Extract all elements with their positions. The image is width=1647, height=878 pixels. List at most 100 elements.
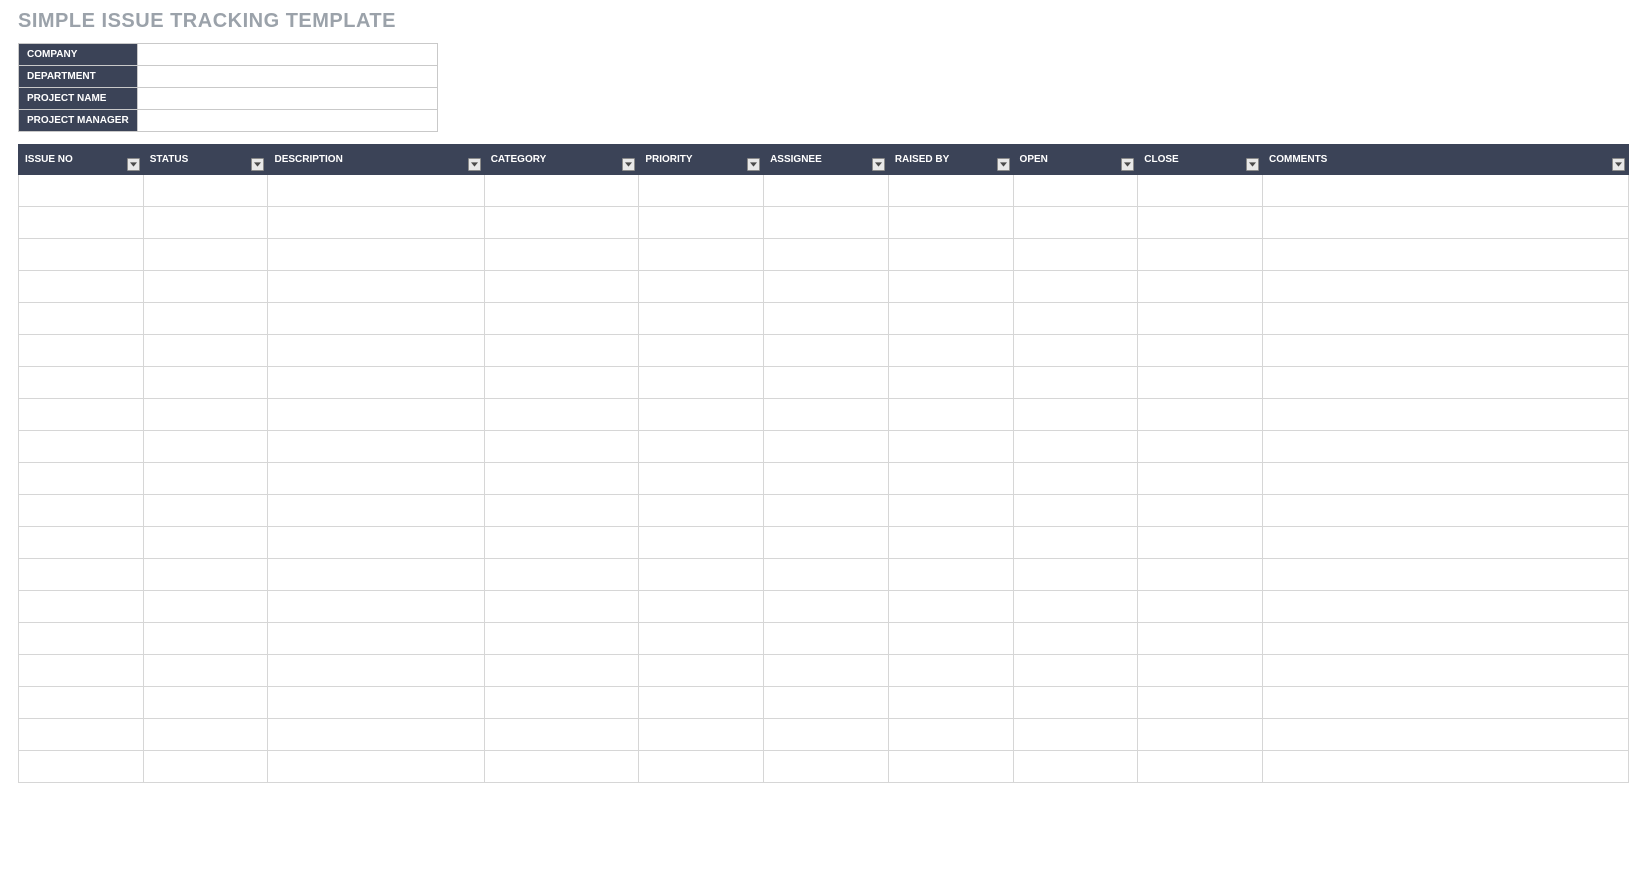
table-cell[interactable]	[484, 559, 639, 591]
table-cell[interactable]	[1138, 655, 1263, 687]
table-cell[interactable]	[484, 719, 639, 751]
table-cell[interactable]	[484, 367, 639, 399]
table-cell[interactable]	[143, 431, 268, 463]
table-cell[interactable]	[764, 495, 889, 527]
table-cell[interactable]	[484, 495, 639, 527]
table-cell[interactable]	[1013, 303, 1138, 335]
table-cell[interactable]	[1263, 719, 1629, 751]
table-cell[interactable]	[19, 751, 144, 783]
table-cell[interactable]	[1263, 271, 1629, 303]
table-cell[interactable]	[143, 655, 268, 687]
table-cell[interactable]	[764, 751, 889, 783]
table-cell[interactable]	[268, 495, 484, 527]
table-cell[interactable]	[639, 495, 764, 527]
table-cell[interactable]	[639, 623, 764, 655]
table-cell[interactable]	[1263, 431, 1629, 463]
table-cell[interactable]	[1013, 591, 1138, 623]
table-cell[interactable]	[639, 239, 764, 271]
table-cell[interactable]	[1013, 655, 1138, 687]
table-cell[interactable]	[1013, 431, 1138, 463]
table-cell[interactable]	[1013, 207, 1138, 239]
table-cell[interactable]	[268, 239, 484, 271]
table-cell[interactable]	[143, 687, 268, 719]
table-cell[interactable]	[19, 463, 144, 495]
table-cell[interactable]	[888, 623, 1013, 655]
table-cell[interactable]	[1263, 399, 1629, 431]
table-cell[interactable]	[1263, 655, 1629, 687]
table-cell[interactable]	[19, 591, 144, 623]
table-cell[interactable]	[1138, 463, 1263, 495]
info-value-department[interactable]	[137, 66, 437, 88]
table-cell[interactable]	[19, 623, 144, 655]
table-cell[interactable]	[764, 431, 889, 463]
filter-dropdown-icon[interactable]	[997, 158, 1010, 171]
table-cell[interactable]	[143, 527, 268, 559]
table-cell[interactable]	[1263, 303, 1629, 335]
table-cell[interactable]	[764, 239, 889, 271]
table-cell[interactable]	[268, 719, 484, 751]
table-cell[interactable]	[888, 655, 1013, 687]
info-value-project-manager[interactable]	[137, 110, 437, 132]
table-cell[interactable]	[484, 303, 639, 335]
filter-dropdown-icon[interactable]	[747, 158, 760, 171]
table-cell[interactable]	[143, 239, 268, 271]
table-cell[interactable]	[143, 559, 268, 591]
table-cell[interactable]	[639, 559, 764, 591]
table-cell[interactable]	[484, 399, 639, 431]
table-cell[interactable]	[639, 271, 764, 303]
filter-dropdown-icon[interactable]	[468, 158, 481, 171]
table-cell[interactable]	[888, 527, 1013, 559]
table-cell[interactable]	[268, 687, 484, 719]
table-cell[interactable]	[764, 687, 889, 719]
filter-dropdown-icon[interactable]	[127, 158, 140, 171]
table-cell[interactable]	[268, 463, 484, 495]
table-cell[interactable]	[19, 335, 144, 367]
table-cell[interactable]	[1013, 399, 1138, 431]
table-cell[interactable]	[484, 463, 639, 495]
table-cell[interactable]	[764, 623, 889, 655]
table-cell[interactable]	[1138, 559, 1263, 591]
table-cell[interactable]	[888, 207, 1013, 239]
table-cell[interactable]	[1013, 527, 1138, 559]
table-cell[interactable]	[639, 335, 764, 367]
table-cell[interactable]	[1013, 495, 1138, 527]
table-cell[interactable]	[19, 175, 144, 207]
table-cell[interactable]	[764, 175, 889, 207]
table-cell[interactable]	[1138, 367, 1263, 399]
table-cell[interactable]	[639, 751, 764, 783]
table-cell[interactable]	[1138, 271, 1263, 303]
table-cell[interactable]	[1263, 207, 1629, 239]
table-cell[interactable]	[1138, 719, 1263, 751]
table-cell[interactable]	[1013, 687, 1138, 719]
table-cell[interactable]	[888, 399, 1013, 431]
table-cell[interactable]	[1263, 559, 1629, 591]
table-cell[interactable]	[1013, 623, 1138, 655]
info-value-project-name[interactable]	[137, 88, 437, 110]
table-cell[interactable]	[19, 271, 144, 303]
table-cell[interactable]	[143, 719, 268, 751]
table-cell[interactable]	[888, 271, 1013, 303]
table-cell[interactable]	[19, 399, 144, 431]
table-cell[interactable]	[888, 367, 1013, 399]
table-cell[interactable]	[19, 207, 144, 239]
table-cell[interactable]	[1263, 239, 1629, 271]
table-cell[interactable]	[764, 335, 889, 367]
table-cell[interactable]	[1263, 463, 1629, 495]
table-cell[interactable]	[639, 303, 764, 335]
table-cell[interactable]	[268, 591, 484, 623]
table-cell[interactable]	[888, 431, 1013, 463]
table-cell[interactable]	[268, 303, 484, 335]
table-cell[interactable]	[19, 303, 144, 335]
table-cell[interactable]	[19, 495, 144, 527]
table-cell[interactable]	[268, 559, 484, 591]
table-cell[interactable]	[1138, 527, 1263, 559]
table-cell[interactable]	[1263, 623, 1629, 655]
table-cell[interactable]	[1138, 751, 1263, 783]
table-cell[interactable]	[1138, 175, 1263, 207]
table-cell[interactable]	[1138, 431, 1263, 463]
table-cell[interactable]	[19, 239, 144, 271]
table-cell[interactable]	[484, 623, 639, 655]
filter-dropdown-icon[interactable]	[1246, 158, 1259, 171]
table-cell[interactable]	[764, 367, 889, 399]
table-cell[interactable]	[484, 591, 639, 623]
